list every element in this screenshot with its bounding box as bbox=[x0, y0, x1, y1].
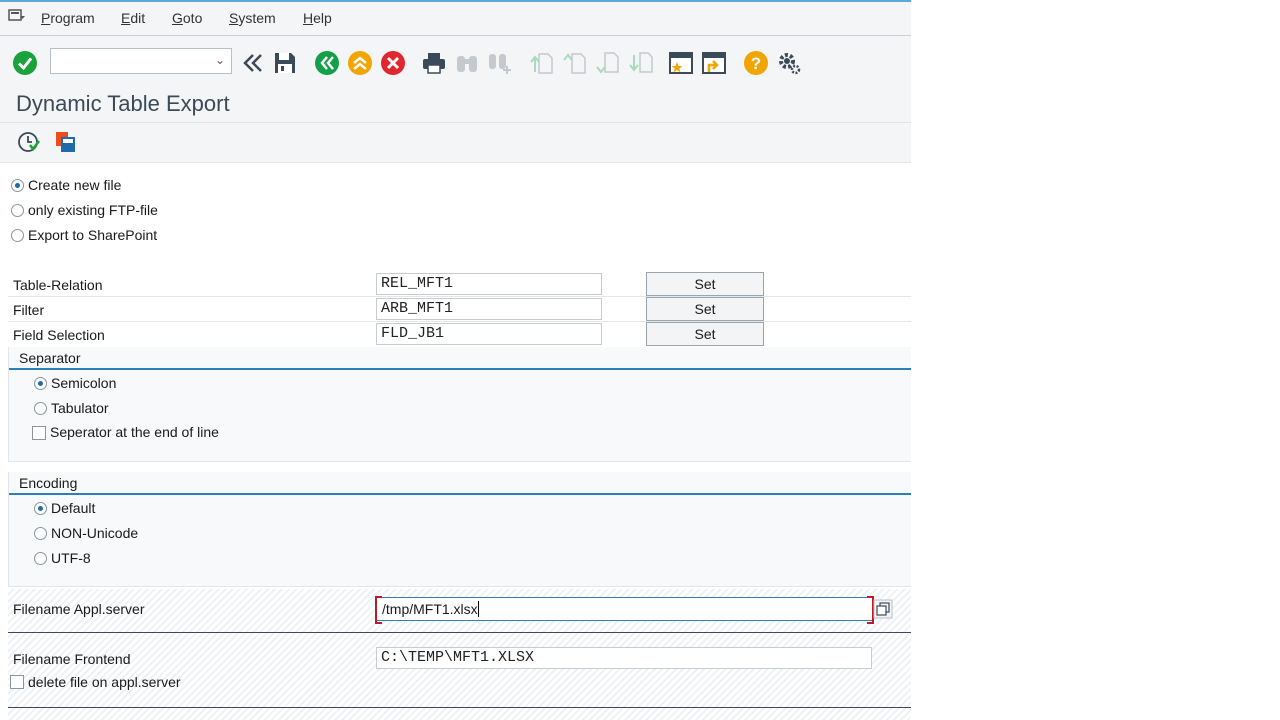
back-double-icon[interactable] bbox=[240, 50, 266, 76]
menu-bar: Program Edit Goto System Help bbox=[0, 2, 911, 36]
label-filename-frontend: Filename Frontend bbox=[13, 651, 131, 667]
sap-window: Program Edit Goto System Help ⌄ ? Dynami… bbox=[0, 0, 911, 720]
title-bar: Dynamic Table Export bbox=[0, 86, 911, 123]
application-toolbar bbox=[0, 123, 911, 163]
menu-program-label: rogram bbox=[50, 10, 95, 26]
next-page-icon[interactable] bbox=[595, 50, 621, 76]
menu-help-label: elp bbox=[313, 10, 332, 26]
radio-utf-8[interactable] bbox=[34, 552, 47, 565]
focus-corner-left bbox=[375, 596, 382, 624]
command-field[interactable]: ⌄ bbox=[50, 48, 232, 74]
menu-system[interactable]: System bbox=[229, 10, 276, 26]
find-icon[interactable] bbox=[454, 50, 480, 76]
radio-create-new-file[interactable] bbox=[11, 179, 24, 192]
checkbox-delete-file[interactable] bbox=[10, 675, 24, 689]
previous-page-icon[interactable] bbox=[562, 50, 588, 76]
radio-semicolon[interactable] bbox=[34, 377, 47, 390]
menu-goto[interactable]: Goto bbox=[172, 10, 202, 26]
table-relation-field[interactable]: REL_MFT1 bbox=[376, 273, 602, 295]
set-field-selection-button[interactable]: Set bbox=[646, 322, 764, 346]
label-filter: Filter bbox=[13, 302, 45, 318]
radio-tabulator[interactable] bbox=[34, 402, 47, 415]
first-page-icon[interactable] bbox=[529, 50, 555, 76]
label-non-unicode: NON-Unicode bbox=[51, 525, 139, 541]
find-next-icon[interactable] bbox=[487, 50, 513, 76]
filename-frontend-field[interactable]: C:\TEMP\MFT1.XLSX bbox=[376, 647, 872, 669]
label-utf-8: UTF-8 bbox=[51, 550, 91, 566]
section-divider bbox=[8, 707, 911, 708]
menu-goto-label: oto bbox=[182, 10, 203, 26]
create-session-icon[interactable] bbox=[668, 50, 694, 76]
group-title-underline bbox=[9, 368, 911, 370]
checkbox-separator-end-of-line[interactable] bbox=[32, 426, 46, 440]
save-icon[interactable] bbox=[272, 50, 298, 76]
row-divider bbox=[8, 296, 911, 297]
filename-appl-server-input[interactable]: /tmp/MFT1.xlsx bbox=[375, 596, 874, 624]
cancel-icon[interactable] bbox=[380, 50, 406, 76]
field-selection-field[interactable]: FLD_JB1 bbox=[376, 323, 602, 345]
row-divider bbox=[8, 321, 911, 322]
menu-program[interactable]: Program bbox=[41, 10, 95, 26]
radio-non-unicode[interactable] bbox=[34, 527, 47, 540]
value-help-icon[interactable] bbox=[873, 599, 893, 619]
encoding-group-title: Encoding bbox=[19, 475, 78, 491]
customize-icon[interactable] bbox=[776, 50, 802, 76]
page-title: Dynamic Table Export bbox=[16, 91, 230, 116]
label-tabulator: Tabulator bbox=[51, 400, 109, 416]
last-page-icon[interactable] bbox=[628, 50, 654, 76]
enter-icon[interactable] bbox=[12, 50, 38, 76]
filter-field[interactable]: ARB_MFT1 bbox=[376, 298, 602, 320]
menu-icon[interactable] bbox=[8, 8, 26, 24]
filename-appl-server-value: /tmp/MFT1.xlsx bbox=[382, 601, 479, 617]
set-filter-button[interactable]: Set bbox=[646, 297, 764, 321]
section-divider bbox=[8, 632, 911, 633]
standard-toolbar: ⌄ ? bbox=[0, 36, 911, 86]
group-title-underline bbox=[9, 493, 911, 495]
radio-export-to-sharepoint[interactable] bbox=[11, 229, 24, 242]
help-icon[interactable]: ? bbox=[743, 50, 769, 76]
separator-group: Separator Semicolon Tabulator Seperator … bbox=[8, 347, 911, 462]
chevron-down-icon[interactable]: ⌄ bbox=[215, 53, 225, 67]
label-filename-appl-server: Filename Appl.server bbox=[13, 601, 145, 617]
selection-screen: Create new file only existing FTP-file E… bbox=[0, 163, 911, 720]
shortcut-icon[interactable] bbox=[701, 50, 727, 76]
label-export-to-sharepoint: Export to SharePoint bbox=[28, 227, 158, 243]
menu-edit[interactable]: Edit bbox=[121, 10, 145, 26]
variants-icon[interactable] bbox=[53, 130, 77, 154]
label-field-selection: Field Selection bbox=[13, 327, 105, 343]
label-table-relation: Table-Relation bbox=[13, 277, 103, 293]
label-create-new-file: Create new file bbox=[28, 177, 122, 193]
execute-icon[interactable] bbox=[17, 130, 41, 154]
label-default: Default bbox=[51, 500, 96, 516]
radio-only-existing-ftp-file[interactable] bbox=[11, 204, 24, 217]
exit-icon[interactable] bbox=[347, 50, 373, 76]
set-table-relation-button[interactable]: Set bbox=[646, 272, 764, 296]
svg-text:?: ? bbox=[751, 54, 761, 73]
back-icon[interactable] bbox=[314, 50, 340, 76]
separator-group-title: Separator bbox=[19, 350, 81, 366]
menu-edit-label: dit bbox=[130, 10, 146, 26]
print-icon[interactable] bbox=[421, 50, 447, 76]
label-only-existing-ftp-file: only existing FTP-file bbox=[28, 202, 158, 218]
radio-default[interactable] bbox=[34, 502, 47, 515]
menu-system-label: ystem bbox=[238, 10, 276, 26]
label-delete-file: delete file on appl.server bbox=[28, 674, 181, 690]
menu-help[interactable]: Help bbox=[303, 10, 332, 26]
label-separator-end-of-line: Seperator at the end of line bbox=[50, 424, 219, 440]
label-semicolon: Semicolon bbox=[51, 375, 117, 391]
encoding-group: Encoding Default NON-Unicode UTF-8 bbox=[8, 472, 911, 587]
